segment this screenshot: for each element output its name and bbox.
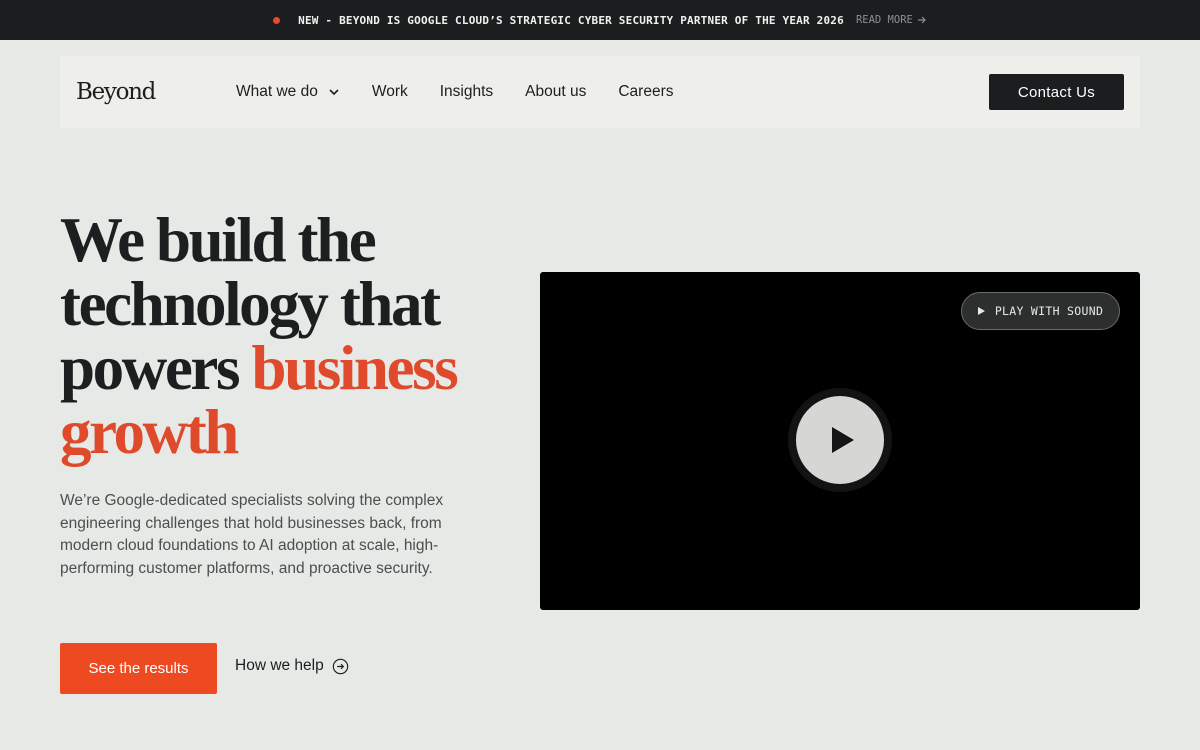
nav-item-label: What we do [236,83,318,100]
contact-us-button[interactable]: Contact Us [989,74,1124,110]
nav-item-insights[interactable]: Insights [440,83,493,101]
play-with-sound-button[interactable]: PLAY WITH SOUND [961,292,1120,330]
hero-description: We’re Google-dedicated specialists solvi… [60,492,444,577]
read-more-label: READ MORE [855,14,913,26]
nav-item-what-we-do[interactable]: What we do [236,83,340,101]
play-icon [832,427,854,453]
how-we-help-link[interactable]: How we help [235,657,349,675]
main-navigation: Beyond What we do Work Insights About us… [60,56,1140,128]
nav-item-label: Insights [439,83,494,100]
video-play-ring [788,388,892,492]
arrow-right-icon [917,16,926,24]
nav-item-label: Careers [618,83,674,100]
nav-item-work[interactable]: Work [372,83,408,101]
nav-item-label: About us [525,83,587,100]
nav-item-about-us[interactable]: About us [525,83,586,101]
hero-video[interactable]: PLAY WITH SOUND [540,272,1140,610]
chevron-down-icon [329,89,339,96]
play-button[interactable] [796,396,884,484]
beyond-logo[interactable]: Beyond [76,79,236,105]
circle-arrow-right-icon [332,658,348,674]
play-with-sound-label: PLAY WITH SOUND [994,304,1104,318]
hero-headline: We build the technology that powers busi… [60,208,530,464]
nav-item-careers[interactable]: Careers [618,83,673,101]
nav-item-label: Work [371,83,408,100]
how-we-help-label: How we help [235,657,324,674]
announcement-bar: NEW - BEYOND IS GOOGLE CLOUD’S STRATEGIC… [0,0,1200,40]
play-small-icon [977,307,985,315]
see-results-button[interactable]: See the results [60,643,217,694]
nav-menu: What we do Work Insights About us Career… [236,83,674,101]
announcement-text: NEW - BEYOND IS GOOGLE CLOUD’S STRATEGIC… [298,13,844,27]
read-more-link[interactable]: READ MORE [856,14,927,26]
announcement-dot [273,16,281,24]
